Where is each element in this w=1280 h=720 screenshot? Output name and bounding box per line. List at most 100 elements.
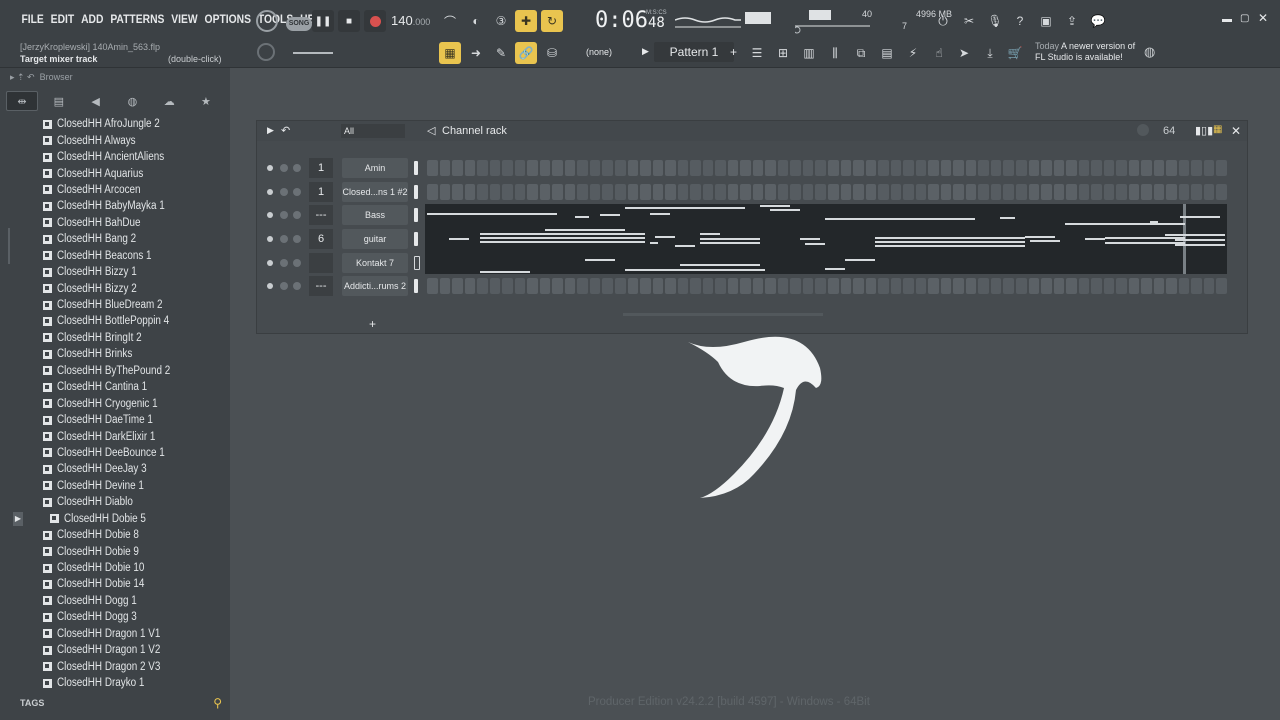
list-item[interactable]: ClosedHH Brinks <box>0 346 228 362</box>
channel-volume-knob[interactable] <box>293 282 301 290</box>
step-button[interactable] <box>815 278 826 294</box>
list-item[interactable]: ClosedHH BahDue <box>0 215 228 231</box>
step-button[interactable] <box>903 184 914 200</box>
step-button[interactable] <box>527 278 538 294</box>
channel-select-indicator[interactable] <box>414 232 418 246</box>
graph-editor-button[interactable]: ▮▯▮ <box>1195 124 1213 137</box>
step-button[interactable] <box>1003 184 1014 200</box>
chat-button[interactable]: 💬 <box>1087 10 1109 32</box>
step-button[interactable] <box>577 184 588 200</box>
step-button[interactable] <box>640 278 651 294</box>
step-button[interactable] <box>652 278 664 294</box>
step-button[interactable] <box>1191 278 1202 294</box>
step-button[interactable] <box>652 184 664 200</box>
list-item[interactable]: ClosedHH Dogg 1 <box>0 593 228 609</box>
step-button[interactable] <box>1178 278 1190 294</box>
step-button[interactable] <box>828 278 839 294</box>
menu-patterns[interactable]: PATTERNS <box>107 12 168 26</box>
step-button[interactable] <box>878 278 889 294</box>
step-button[interactable] <box>965 160 977 176</box>
list-item[interactable]: ClosedHH Dobie 8 <box>0 527 228 543</box>
add-channel-button[interactable]: + <box>369 317 376 331</box>
step-button[interactable] <box>614 278 626 294</box>
list-item[interactable]: ClosedHH DeeBounce 1 <box>0 445 228 461</box>
step-button[interactable] <box>464 184 476 200</box>
step-button[interactable] <box>1191 184 1202 200</box>
channel-select-indicator[interactable] <box>414 256 420 270</box>
step-button[interactable] <box>502 184 513 200</box>
pattern-selector[interactable]: Pattern 1 <box>654 42 734 62</box>
step-button[interactable] <box>815 160 826 176</box>
step-button[interactable] <box>990 160 1002 176</box>
channel-mixer-track[interactable]: 1 <box>309 182 333 202</box>
export-button[interactable]: ⇪ <box>1061 10 1083 32</box>
step-button[interactable] <box>903 160 914 176</box>
step-button[interactable] <box>715 160 726 176</box>
channel-pan-knob[interactable] <box>280 211 288 219</box>
step-button[interactable] <box>1141 184 1152 200</box>
step-button[interactable] <box>890 184 902 200</box>
step-button[interactable] <box>665 184 676 200</box>
cut-tool-button[interactable]: ✂ <box>958 10 980 32</box>
step-button[interactable] <box>928 160 939 176</box>
list-item[interactable]: ClosedHH Cryogenic 1 <box>0 395 228 411</box>
step-button[interactable] <box>514 278 526 294</box>
list-item[interactable]: ClosedHH Dogg 3 <box>0 609 228 625</box>
step-button[interactable] <box>477 278 488 294</box>
step-button[interactable] <box>1053 184 1065 200</box>
channel-rack-button[interactable]: ▥ <box>798 42 820 64</box>
channel-pan-knob[interactable] <box>280 188 288 196</box>
step-button[interactable] <box>777 184 789 200</box>
tab-plugins[interactable]: ◍ <box>116 91 148 111</box>
step-button[interactable] <box>1028 184 1040 200</box>
step-button[interactable] <box>589 160 601 176</box>
step-button[interactable] <box>614 184 626 200</box>
snap-selector[interactable]: (none) <box>586 47 612 57</box>
step-button[interactable] <box>890 160 902 176</box>
step-button[interactable] <box>1153 278 1165 294</box>
step-button[interactable] <box>903 278 914 294</box>
list-item[interactable]: ClosedHH Dobie 14 <box>0 576 228 592</box>
step-button[interactable] <box>1128 278 1140 294</box>
step-button[interactable] <box>1203 160 1215 176</box>
step-button[interactable] <box>702 278 714 294</box>
step-button[interactable] <box>602 184 613 200</box>
draw-button[interactable]: ✎ <box>490 42 512 64</box>
channel-mixer-track[interactable] <box>309 253 333 273</box>
step-button[interactable] <box>940 278 952 294</box>
pause-button[interactable]: ❚❚ <box>312 10 334 32</box>
step-button[interactable] <box>564 278 576 294</box>
typing-keyboard-button[interactable]: ▦ <box>439 42 461 64</box>
list-item[interactable]: ClosedHH DarkElixir 1 <box>0 428 228 444</box>
step-button[interactable] <box>828 184 839 200</box>
list-item[interactable]: ClosedHH Bizzy 2 <box>0 280 228 296</box>
step-button[interactable] <box>539 184 551 200</box>
step-button[interactable] <box>527 160 538 176</box>
step-button[interactable] <box>477 160 488 176</box>
link-button[interactable]: 🔗 <box>515 42 537 64</box>
step-button[interactable] <box>740 278 751 294</box>
step-button[interactable] <box>1166 278 1177 294</box>
step-button[interactable] <box>1166 184 1177 200</box>
step-button[interactable] <box>489 160 501 176</box>
touch-controller-button[interactable]: ☝ <box>928 42 950 64</box>
step-button[interactable] <box>577 160 588 176</box>
step-button[interactable] <box>564 184 576 200</box>
channel-volume-knob[interactable] <box>293 188 301 196</box>
step-button[interactable] <box>853 160 864 176</box>
step-button[interactable] <box>928 278 939 294</box>
channel-select-indicator[interactable] <box>414 279 418 293</box>
step-button[interactable] <box>1078 160 1090 176</box>
tempo-display[interactable]: 140.000 <box>391 13 430 28</box>
channel-select-indicator[interactable] <box>414 185 418 199</box>
metronome-button[interactable]: ⌒ <box>439 10 461 32</box>
step-button[interactable] <box>878 160 889 176</box>
step-button[interactable] <box>915 184 927 200</box>
pattern-prev-arrow[interactable]: ▶ <box>642 46 649 57</box>
tab-all[interactable]: ⇹ <box>6 91 38 111</box>
step-button[interactable] <box>552 184 563 200</box>
step-button[interactable] <box>890 278 902 294</box>
channel-pan-knob[interactable] <box>280 235 288 243</box>
step-button[interactable] <box>602 278 613 294</box>
step-button[interactable] <box>1041 160 1052 176</box>
